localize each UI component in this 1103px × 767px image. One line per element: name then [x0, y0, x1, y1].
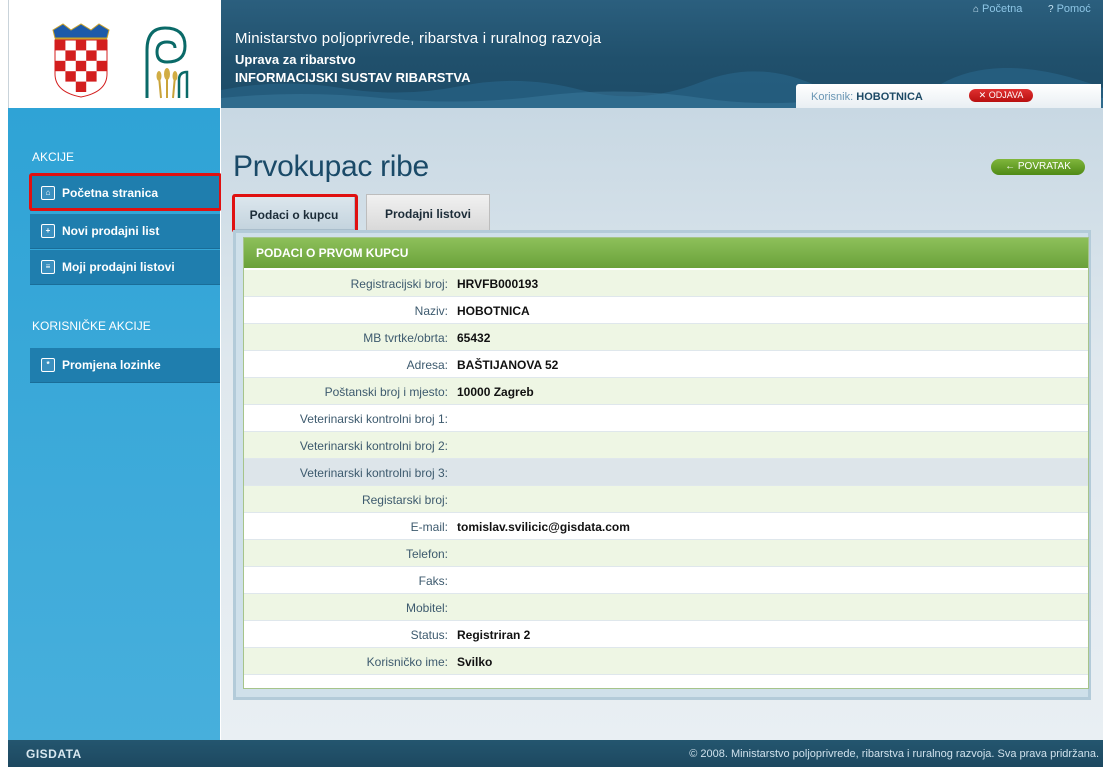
field-row: Naziv: HOBOTNICA	[244, 297, 1088, 324]
field-row: Registarski broj:	[244, 486, 1088, 513]
field-label: Poštanski broj i mjesto:	[324, 385, 448, 399]
sidebar-item-change-password[interactable]: * Promjena lozinke	[30, 348, 220, 383]
field-label: Faks:	[418, 574, 448, 588]
sidebar-section-user-actions: KORISNIČKE AKCIJE	[32, 319, 151, 333]
field-value: HRVFB000193	[457, 277, 539, 291]
field-label: Registarski broj:	[361, 493, 448, 507]
field-row: Korisničko ime: Svilko	[244, 648, 1088, 675]
documents-icon: ≡	[41, 260, 55, 274]
help-link[interactable]: ? Pomoć	[1048, 3, 1091, 15]
user-info: Korisnik: HOBOTNICA	[811, 91, 923, 103]
user-bar: Korisnik: HOBOTNICA ✕ ODJAVA	[796, 84, 1101, 108]
department-name: Uprava za ribarstvo	[235, 52, 356, 67]
page-title: Prvokupac ribe	[233, 150, 429, 183]
field-row: Veterinarski kontrolni broj 3:	[244, 459, 1088, 486]
buyer-data-panel: PODACI O PRVOM KUPCU Registracijski broj…	[233, 230, 1091, 700]
field-row: E-mail: tomislav.svilicic@gisdata.com	[244, 513, 1088, 540]
header: Ministarstvo poljoprivrede, ribarstva i …	[0, 0, 1103, 108]
sidebar: AKCIJE ⌂ Početna stranica + Novi prodajn…	[8, 108, 222, 740]
field-label: MB tvrtke/obrta:	[363, 331, 448, 345]
field-row: Faks:	[244, 567, 1088, 594]
tab-label: Prodajni listovi	[384, 207, 471, 221]
field-value: tomislav.svilicic@gisdata.com	[457, 520, 630, 534]
field-row: Status: Registriran 2	[244, 621, 1088, 648]
field-value: HOBOTNICA	[457, 304, 530, 318]
panel-title: PODACI O PRVOM KUPCU	[244, 238, 1088, 268]
field-label: Veterinarski kontrolni broj 1:	[299, 412, 448, 426]
logout-button[interactable]: ✕ ODJAVA	[969, 89, 1033, 102]
system-name: INFORMACIJSKI SUSTAV RIBARSTVA	[235, 70, 471, 85]
highlight-box	[232, 194, 358, 233]
field-row: Veterinarski kontrolni broj 1:	[244, 405, 1088, 432]
field-label: Veterinarski kontrolni broj 2:	[299, 439, 448, 453]
highlight-box	[29, 173, 222, 211]
footer: GISDATA © 2008. Ministarstvo poljoprivre…	[8, 740, 1103, 767]
help-icon: ?	[1048, 3, 1054, 15]
croatian-coat-of-arms-logo	[52, 23, 110, 98]
back-label: POVRATAK	[1017, 161, 1071, 172]
user-name: HOBOTNICA	[856, 91, 923, 103]
field-value: 10000 Zagreb	[457, 385, 534, 399]
tab-sales-notes[interactable]: Prodajni listovi	[366, 194, 490, 230]
sidebar-item-label: Novi prodajni list	[62, 224, 160, 238]
field-value: Registriran 2	[457, 628, 531, 642]
field-label: Veterinarski kontrolni broj 3:	[299, 466, 448, 480]
footer-copyright: © 2008. Ministarstvo poljoprivrede, riba…	[689, 748, 1099, 760]
field-value: 65432	[457, 331, 491, 345]
field-row: Veterinarski kontrolni broj 2:	[244, 432, 1088, 459]
panel-body: PODACI O PRVOM KUPCU Registracijski broj…	[243, 237, 1089, 689]
sidebar-item-new-sales-note[interactable]: + Novi prodajni list	[30, 214, 220, 249]
home-link-label[interactable]: Početna	[982, 3, 1022, 15]
field-label: Naziv:	[414, 304, 448, 318]
logo-area	[8, 0, 222, 108]
field-label: Status:	[410, 628, 448, 642]
close-icon: ✕	[978, 90, 987, 100]
field-label: E-mail:	[410, 520, 448, 534]
back-button[interactable]: ← POVRATAK	[991, 159, 1085, 175]
field-row: Poštanski broj i mjesto: 10000 Zagreb	[244, 378, 1088, 405]
field-label: Telefon:	[405, 547, 448, 561]
field-row: Telefon:	[244, 540, 1088, 567]
ministry-name: Ministarstvo poljoprivrede, ribarstva i …	[235, 30, 602, 47]
field-label: Mobitel:	[405, 601, 448, 615]
help-link-label[interactable]: Pomoć	[1057, 3, 1091, 15]
sidebar-section-actions: AKCIJE	[32, 150, 75, 164]
sidebar-item-my-sales-notes[interactable]: ≡ Moji prodajni listovi	[30, 250, 220, 285]
add-document-icon: +	[41, 224, 55, 238]
user-label: Korisnik:	[811, 91, 854, 103]
sidebar-item-label: Promjena lozinke	[62, 358, 161, 372]
field-value: Svilko	[457, 655, 493, 669]
sidebar-item-label: Moji prodajni listovi	[62, 260, 175, 274]
main-content: Prvokupac ribe ← POVRATAK Podaci o kupcu…	[221, 108, 1103, 740]
logout-label: ODJAVA	[988, 90, 1024, 100]
arrow-left-icon: ←	[1005, 161, 1016, 172]
field-label: Adresa:	[406, 358, 448, 372]
footer-brand: GISDATA	[26, 747, 82, 761]
home-icon: ⌂	[973, 3, 980, 15]
field-row: Registracijski broj: HRVFB000193	[244, 270, 1088, 297]
home-link[interactable]: ⌂ Početna	[973, 3, 1022, 15]
fisheries-logo	[145, 26, 189, 99]
field-row: MB tvrtke/obrta: 65432	[244, 324, 1088, 351]
field-row: Mobitel:	[244, 594, 1088, 621]
field-row: Adresa: BAŠTIJANOVA 52	[244, 351, 1088, 378]
field-value: BAŠTIJANOVA 52	[457, 358, 559, 372]
field-label: Korisničko ime:	[366, 655, 448, 669]
field-label: Registracijski broj:	[350, 277, 448, 291]
password-icon: *	[41, 358, 55, 372]
